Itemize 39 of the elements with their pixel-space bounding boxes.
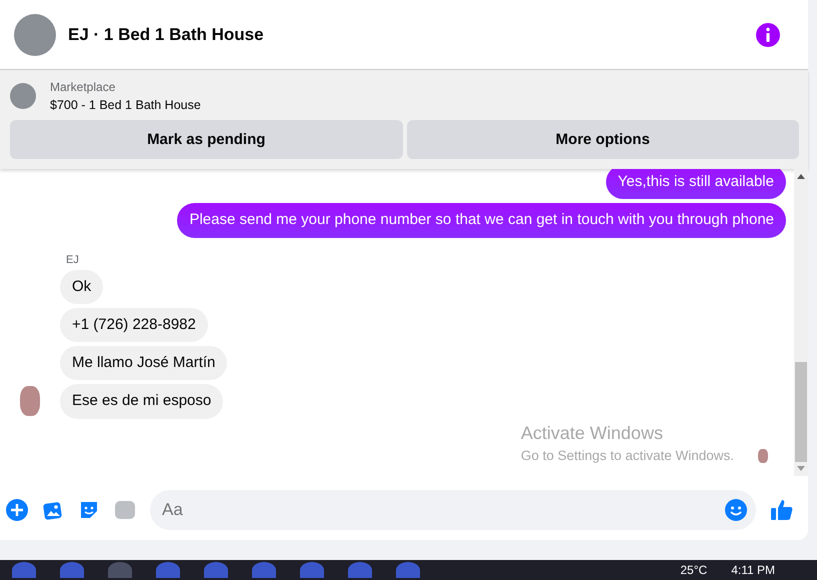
listing-source: Marketplace [50,80,116,94]
photo-icon[interactable] [42,499,64,521]
add-icon[interactable] [6,499,28,521]
activation-message: Go to Settings to activate Windows. [520,448,734,462]
clock-time[interactable]: 4:11 PM [731,563,775,577]
taskbar-app-icon[interactable] [156,562,180,578]
received-message: Me llamo José Martín [60,346,228,380]
weather-temperature[interactable]: 25°C [680,563,708,577]
like-icon[interactable] [770,498,794,522]
received-message: Ese es de mi esposo [60,384,224,418]
listing-title: $700 - 1 Bed 1 Bath House [50,98,201,112]
listing-thumbnail [10,83,36,109]
taskbar-app-icon[interactable] [396,562,420,578]
listing-photo [14,14,56,56]
scrollbar[interactable] [794,169,808,476]
listing-action-button[interactable]: Mark as pending [10,120,402,159]
scroll-thumb[interactable] [795,362,807,462]
scroll-down-icon[interactable] [797,466,805,472]
sender-name: EJ [66,254,80,266]
sent-message: Please send me your phone number so that we can get in touch with you through phone [177,203,786,238]
taskbar-app-icon[interactable] [108,562,132,578]
sticker-icon[interactable] [78,499,100,521]
listing-action-button[interactable]: More options [406,120,799,159]
taskbar-app-icon[interactable] [12,562,36,578]
scroll-up-icon[interactable] [797,173,805,179]
activation-title: Activate Windows [520,422,664,444]
taskbar-app-icon[interactable] [204,562,228,578]
conversation-title: EJ · 1 Bed 1 Bath House [68,24,265,44]
received-message: Ok [60,270,104,304]
taskbar-app-icon[interactable] [300,562,324,578]
taskbar-app-icon[interactable] [60,562,84,578]
message-input[interactable]: Aa [150,490,756,530]
info-icon[interactable] [756,22,780,46]
seen-avatar [758,448,768,462]
taskbar-app-icon[interactable] [348,562,372,578]
received-message: +1 (726) 228-8982 [60,308,208,342]
emoji-icon[interactable] [725,499,747,521]
taskbar-app-icon[interactable] [252,562,276,578]
sent-message: Yes,this is still available [606,169,786,200]
